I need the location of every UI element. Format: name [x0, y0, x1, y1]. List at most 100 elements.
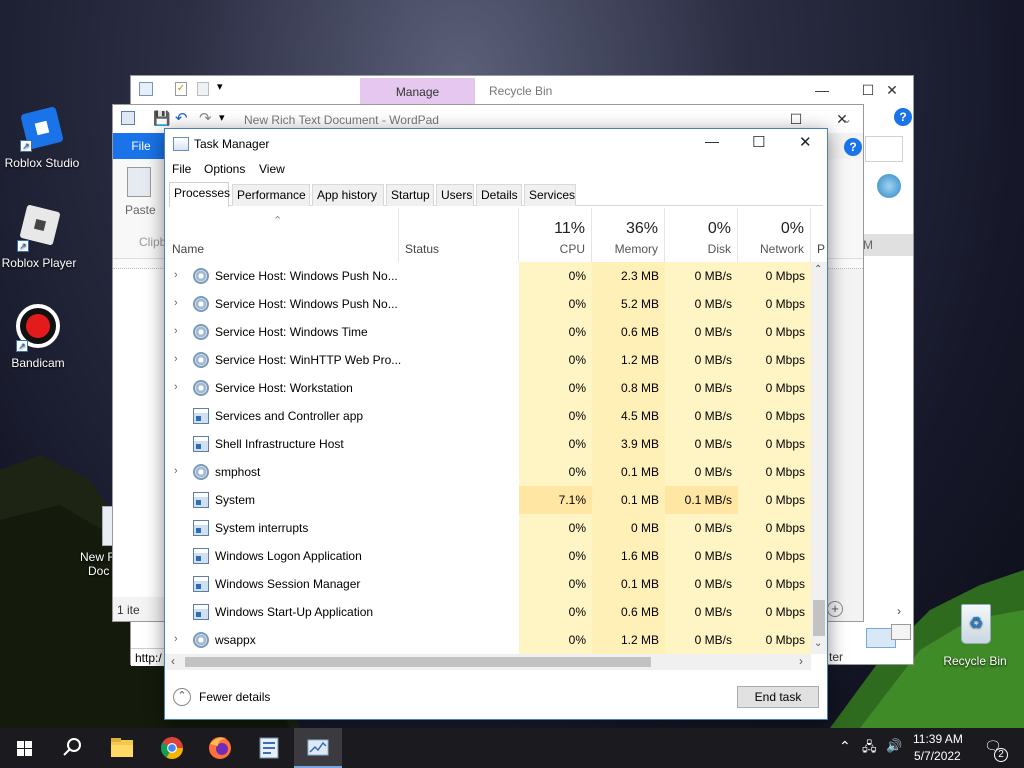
file-tab[interactable]: File: [113, 133, 169, 159]
redo-icon[interactable]: ↷: [199, 109, 212, 127]
vertical-scrollbar[interactable]: ⌃ ⌄: [811, 262, 827, 654]
help-icon[interactable]: ?: [844, 138, 862, 156]
table-row[interactable]: Windows Session Manager 0% 0.1 MB 0 MB/s 0 M…: [165, 570, 811, 598]
scroll-down-icon[interactable]: ⌄: [814, 638, 822, 649]
fewer-details-link[interactable]: Fewer details: [199, 690, 270, 704]
cpu-cell: 0%: [519, 402, 592, 430]
clock-time[interactable]: 11:39 AM: [913, 732, 963, 746]
scrollbar-thumb[interactable]: [185, 657, 651, 667]
table-row[interactable]: › Service Host: Windows Push No... 0% 5.2 M…: [165, 290, 811, 318]
help-icon[interactable]: ?: [894, 108, 912, 126]
expand-chevron-icon[interactable]: ›: [174, 381, 178, 393]
taskbar-file-explorer[interactable]: [98, 728, 146, 768]
desktop-icon-bandicam[interactable]: ↗ Bandicam: [0, 304, 80, 370]
start-button[interactable]: [0, 728, 48, 768]
column-header-status[interactable]: Status: [399, 208, 519, 262]
expand-chevron-icon[interactable]: ›: [174, 269, 178, 281]
volume-icon[interactable]: 🔊: [886, 738, 902, 754]
network-icon[interactable]: 🖧: [862, 738, 877, 760]
paste-icon[interactable]: [127, 167, 151, 197]
minimize-icon[interactable]: —: [799, 76, 845, 104]
taskbar-chrome[interactable]: [148, 728, 196, 768]
expand-chevron-icon[interactable]: ›: [174, 353, 178, 365]
new-folder-icon[interactable]: [197, 82, 209, 96]
scroll-up-icon[interactable]: ⌃: [814, 264, 822, 275]
menu-options[interactable]: Options: [204, 162, 245, 176]
table-row[interactable]: › Service Host: WinHTTP Web Pro... 0% 1.2 M…: [165, 346, 811, 374]
table-row[interactable]: › Service Host: Windows Time 0% 0.6 MB 0 MB/…: [165, 318, 811, 346]
customize-toolbar-icon[interactable]: ▾: [219, 111, 225, 124]
taskbar-firefox[interactable]: [196, 728, 244, 768]
table-row[interactable]: › smphost 0% 0.1 MB 0 MB/s 0 Mbps: [165, 458, 811, 486]
clock-date[interactable]: 5/7/2022: [914, 749, 961, 763]
table-row[interactable]: › Service Host: Workstation 0% 0.8 MB 0 MB/s…: [165, 374, 811, 402]
tab-startup[interactable]: Startup: [386, 184, 434, 206]
table-row[interactable]: System interrupts 0% 0 MB 0 MB/s 0 Mbps: [165, 514, 811, 542]
expand-chevron-icon[interactable]: ›: [174, 465, 178, 477]
table-row[interactable]: › Service Host: Windows Push No... 0% 2.3 M…: [165, 262, 811, 290]
table-row[interactable]: Windows Start-Up Application 0% 0.6 MB 0 MB…: [165, 598, 811, 626]
close-icon[interactable]: ✕: [869, 76, 915, 104]
menu-bar: File Options View: [165, 159, 827, 181]
minimize-icon[interactable]: —: [705, 133, 719, 149]
column-header-name[interactable]: ⌃ Name: [165, 208, 399, 262]
column-header-network[interactable]: 0% Network: [738, 208, 811, 262]
service-gear-icon: [193, 464, 209, 480]
horizontal-scrollbar[interactable]: ‹ ›: [165, 654, 811, 670]
customize-toolbar-icon[interactable]: ▾: [217, 80, 223, 93]
desktop-icon-recycle-bin[interactable]: ♻ Recycle Bin: [933, 602, 1017, 668]
scroll-right-icon[interactable]: ›: [799, 654, 803, 668]
process-name: smphost: [215, 465, 261, 479]
tab-users[interactable]: Users: [436, 184, 474, 206]
document-area[interactable]: [113, 269, 165, 597]
tab-app-history[interactable]: App history: [312, 184, 384, 206]
column-header-memory[interactable]: 36% Memory: [592, 208, 665, 262]
show-hidden-icons-icon[interactable]: ⌃: [839, 738, 851, 755]
cpu-cell: 0%: [519, 290, 592, 318]
tab-performance[interactable]: Performance: [232, 184, 310, 206]
taskbar-wordpad[interactable]: [245, 728, 293, 768]
taskbar-task-manager[interactable]: [294, 728, 342, 768]
table-row[interactable]: Windows Logon Application 0% 1.6 MB 0 MB/s 0…: [165, 542, 811, 570]
table-row[interactable]: Shell Infrastructure Host 0% 3.9 MB 0 MB/s 0…: [165, 430, 811, 458]
expand-chevron-icon[interactable]: ›: [174, 633, 178, 645]
ribbon-collapse-icon[interactable]: ⌄: [842, 112, 852, 126]
expand-chevron-icon[interactable]: ›: [174, 297, 178, 309]
scroll-right-icon[interactable]: ›: [897, 604, 901, 618]
desktop-icon-roblox-studio[interactable]: ↗ Roblox Studio: [0, 104, 84, 170]
tab-processes[interactable]: Processes: [169, 182, 230, 207]
scroll-left-icon[interactable]: ‹: [171, 654, 175, 668]
expand-chevron-icon[interactable]: ›: [174, 325, 178, 337]
tab-strip: Processes Performance App history Startu…: [169, 182, 823, 207]
zoom-in-icon[interactable]: +: [827, 601, 843, 617]
tab-manage[interactable]: Manage: [360, 78, 475, 104]
column-label: Disk: [707, 242, 731, 256]
search-button[interactable]: [48, 728, 96, 768]
table-row[interactable]: Services and Controller app 0% 4.5 MB 0 MB/…: [165, 402, 811, 430]
desktop-icon-roblox-player[interactable]: ↗ Roblox Player: [0, 204, 81, 270]
scrollbar-thumb[interactable]: [813, 600, 825, 636]
explorer-search-box[interactable]: [865, 136, 903, 162]
menu-file[interactable]: File: [172, 162, 191, 176]
table-row[interactable]: › wsappx 0% 1.2 MB 0 MB/s 0 Mbps: [165, 626, 811, 654]
memory-total: 36%: [625, 220, 658, 237]
task-manager-window[interactable]: Task Manager — ☐ ✕ File Options View Pro…: [164, 128, 828, 720]
menu-view[interactable]: View: [259, 162, 285, 176]
column-header-disk[interactable]: 0% Disk: [665, 208, 738, 262]
collapse-chevron-icon[interactable]: ⌃: [173, 688, 191, 706]
paste-label[interactable]: Paste: [125, 203, 156, 217]
tab-details[interactable]: Details: [476, 184, 522, 206]
column-header-power[interactable]: P: [811, 208, 827, 262]
disk-cell: 0 MB/s: [665, 346, 738, 374]
column-header-cpu[interactable]: 11% CPU: [519, 208, 592, 262]
close-icon[interactable]: ✕: [799, 133, 812, 151]
undo-icon[interactable]: ↶: [175, 109, 188, 127]
end-task-button[interactable]: End task: [737, 686, 819, 708]
recycle-bin-ribbon-icon[interactable]: [877, 174, 901, 198]
save-icon[interactable]: 💾: [153, 110, 170, 127]
properties-icon[interactable]: ✓: [175, 82, 187, 96]
large-icons-view-icon[interactable]: [891, 624, 911, 640]
table-row[interactable]: System 7.1% 0.1 MB 0.1 MB/s 0 Mbps: [165, 486, 811, 514]
tab-services[interactable]: Services: [524, 184, 576, 206]
maximize-icon[interactable]: ☐: [752, 133, 765, 151]
